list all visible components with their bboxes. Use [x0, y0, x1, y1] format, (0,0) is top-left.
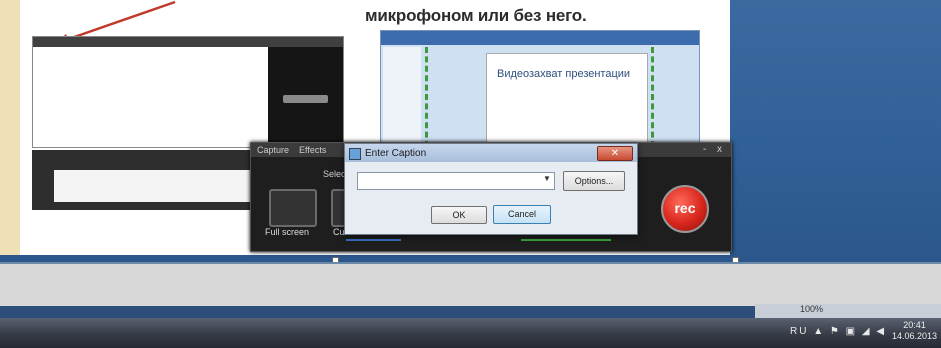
status-bar: [755, 304, 941, 318]
slide-panel-edge: [0, 0, 21, 255]
system-tray-icons[interactable]: RU ▲ ⚑ ▣ ◢ ◀: [790, 326, 886, 337]
presentation-slide-preview: Видеозахват презентации: [486, 53, 648, 149]
notes-pane[interactable]: [0, 262, 941, 306]
thumbnail-titlebar: [33, 37, 343, 47]
dashed-guide-left: [425, 47, 428, 147]
tab-effects[interactable]: Effects: [299, 145, 326, 155]
fullscreen-label: Full screen: [265, 227, 310, 237]
screenshot-thumbnail-editor: [32, 150, 257, 210]
thumbnail-logo: [283, 95, 328, 103]
screenshot-thumbnail-presentation: Видеозахват презентации: [380, 30, 700, 150]
minimize-button[interactable]: -: [703, 144, 706, 155]
webcam-level-bar: [521, 239, 611, 241]
ok-button[interactable]: OK: [431, 206, 487, 224]
taskbar-clock[interactable]: 20:41 14.06.2013: [892, 320, 937, 342]
custom-area-label: Cu: [333, 227, 345, 237]
clock-date: 14.06.2013: [892, 331, 938, 341]
slide-caption-text: микрофоном или без него.: [365, 6, 587, 25]
presentation-slide-title: Видеозахват презентации: [497, 68, 631, 80]
dialog-app-icon: [349, 148, 361, 160]
caption-input[interactable]: [357, 172, 555, 190]
audio-level-bar: [346, 239, 401, 241]
tab-capture[interactable]: Capture: [257, 145, 289, 155]
record-button-label: rec: [674, 200, 696, 216]
close-button[interactable]: x: [717, 144, 722, 155]
screenshot-thumbnail-player: [32, 36, 344, 148]
enter-caption-dialog: Enter Caption ✕ ▼ Options... OK Cancel: [344, 143, 638, 235]
presentation-titlebar: [381, 31, 699, 45]
thumbnail-editor-area: [54, 170, 254, 202]
presentation-slide-list: [383, 47, 421, 147]
options-button[interactable]: Options...: [563, 171, 625, 191]
chevron-down-icon[interactable]: ▼: [543, 174, 551, 183]
cancel-button[interactable]: Cancel: [493, 205, 551, 224]
fullscreen-button[interactable]: [269, 189, 317, 227]
dialog-title: Enter Caption: [365, 148, 427, 159]
dialog-close-button[interactable]: ✕: [597, 146, 633, 161]
dashed-guide-right: [651, 47, 654, 147]
zoom-level[interactable]: 100%: [800, 304, 823, 314]
clock-time: 20:41: [903, 320, 926, 330]
